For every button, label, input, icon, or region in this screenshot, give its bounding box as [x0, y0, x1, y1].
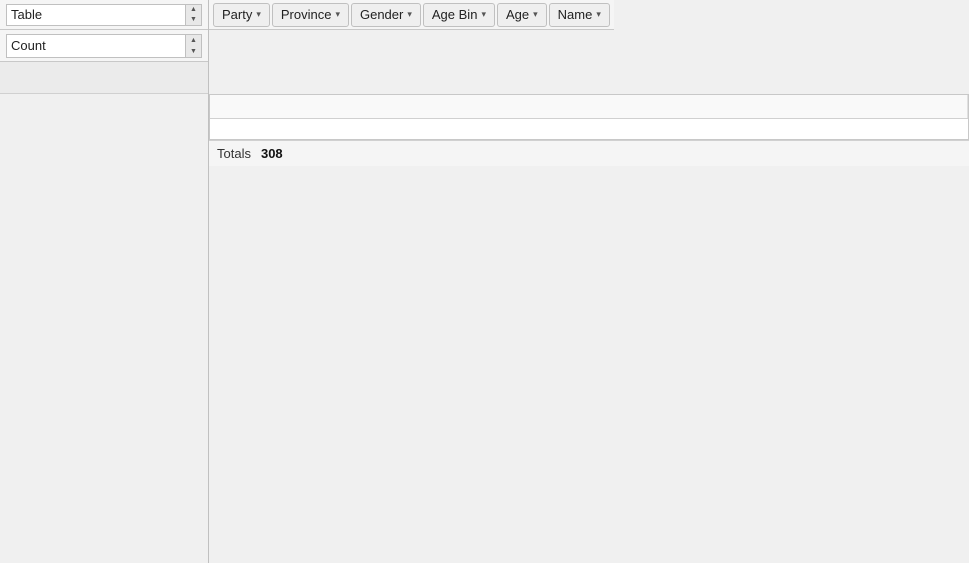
filter-party-button[interactable]: Party ▾: [213, 3, 270, 27]
filter-age-chevron: ▾: [533, 9, 538, 20]
count-spinner-down[interactable]: ▼: [186, 46, 201, 57]
left-panel: Table ▲ ▼ Count ▲ ▼: [0, 0, 209, 94]
left-empty-row: [0, 62, 208, 94]
filter-name-label: Name: [558, 7, 593, 22]
filter-name-chevron: ▾: [596, 9, 601, 20]
data-table-body: [210, 119, 968, 139]
filter-gender-chevron: ▾: [407, 9, 412, 20]
filter-gender-button[interactable]: Gender ▾: [351, 3, 421, 27]
filter-name-button[interactable]: Name ▾: [549, 3, 610, 27]
top-area: Table ▲ ▼ Count ▲ ▼: [0, 0, 969, 94]
totals-value: 308: [261, 146, 283, 161]
left-panel-bottom: [0, 94, 209, 563]
count-select[interactable]: Count: [6, 34, 186, 58]
filter-age-label: Age: [506, 7, 529, 22]
totals-label: Totals: [217, 146, 251, 161]
filter-bar: Party ▾ Province ▾ Gender ▾ Age Bin ▾ Ag…: [209, 0, 614, 30]
bottom-content: Totals 308: [0, 94, 969, 563]
filter-province-chevron: ▾: [335, 9, 340, 20]
count-spinner[interactable]: ▲ ▼: [186, 34, 202, 58]
filter-province-label: Province: [281, 7, 332, 22]
header-cell-1: [210, 95, 968, 118]
table-select[interactable]: Table: [6, 4, 186, 26]
data-table-header: [210, 95, 968, 119]
filter-party-chevron: ▾: [256, 9, 261, 20]
count-spinner-up[interactable]: ▲: [186, 35, 201, 46]
app-container: Table ▲ ▼ Count ▲ ▼: [0, 0, 969, 563]
filter-gender-label: Gender: [360, 7, 403, 22]
table-spinner-down[interactable]: ▼: [186, 15, 201, 25]
count-select-row: Count ▲ ▼: [0, 30, 208, 62]
table-spinner-up[interactable]: ▲: [186, 5, 201, 15]
filter-age-button[interactable]: Age ▾: [497, 3, 547, 27]
data-table-wrapper: [209, 94, 969, 140]
filter-age-bin-label: Age Bin: [432, 7, 478, 22]
table-select-row: Table ▲ ▼: [0, 0, 208, 30]
filter-age-bin-chevron: ▾: [481, 9, 486, 20]
table-spinner[interactable]: ▲ ▼: [186, 4, 202, 26]
right-main: Totals 308: [209, 94, 969, 563]
filter-age-bin-button[interactable]: Age Bin ▾: [423, 3, 495, 27]
filter-province-button[interactable]: Province ▾: [272, 3, 349, 27]
filter-party-label: Party: [222, 7, 252, 22]
totals-row: Totals 308: [209, 140, 969, 166]
